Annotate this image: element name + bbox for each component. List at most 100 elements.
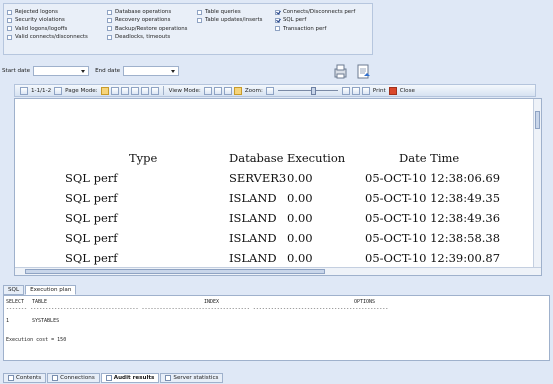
refresh-report-icon[interactable] xyxy=(333,63,348,80)
document-tabs: Contents Connections Audit results Serve… xyxy=(3,372,224,383)
start-date-label: Start date xyxy=(2,68,31,74)
filter-column-perf: Connects/Disconnects perf SQL perf Trans… xyxy=(275,8,355,33)
checkbox-checked[interactable] xyxy=(275,9,280,15)
cell-database: ISLAND xyxy=(229,211,277,225)
filter-label: Deadlocks, timeouts xyxy=(115,34,171,41)
filter-rejected-logons[interactable]: Rejected logons xyxy=(7,8,88,16)
checkbox[interactable] xyxy=(7,9,12,15)
checkbox[interactable] xyxy=(107,17,112,23)
checkbox[interactable] xyxy=(107,9,112,15)
filter-valid-connects[interactable]: Valid connects/disconnects xyxy=(7,33,88,41)
filter-recovery-operations[interactable]: Recovery operations xyxy=(107,16,187,24)
cell-database: SERVER3 xyxy=(229,171,287,185)
cell-datetime: 05-OCT-10 12:38:06.69 xyxy=(365,171,501,185)
cell-type: SQL perf xyxy=(65,171,118,185)
zoom-in-icon[interactable] xyxy=(341,86,350,95)
cell-type: SQL perf xyxy=(65,191,118,205)
close-button[interactable]: Close xyxy=(400,88,415,94)
column-header-datetime: Date Time xyxy=(399,151,460,165)
report-toolbar: 1-1/1-2 Page Mode: View Mode: Zoom: Prin… xyxy=(14,84,536,97)
plan-cost: Execution cost = 150 xyxy=(6,337,67,343)
cell-execution: 0.00 xyxy=(287,231,313,245)
filter-label: SQL perf xyxy=(283,17,307,24)
checkbox[interactable] xyxy=(197,9,202,15)
filter-transaction-perf[interactable]: Transaction perf xyxy=(275,25,355,33)
filter-label: Backup/Restore operations xyxy=(115,25,188,32)
checkbox[interactable] xyxy=(7,26,12,32)
page-setup-icon[interactable] xyxy=(351,86,360,95)
filter-connects-perf[interactable]: Connects/Disconnects perf xyxy=(275,8,355,16)
fit-width-icon[interactable] xyxy=(203,86,212,95)
filter-column-logons: Rejected logons Security violations Vali… xyxy=(7,8,88,41)
chevron-down-icon[interactable] xyxy=(171,70,176,73)
horizontal-scrollbar[interactable] xyxy=(15,267,541,275)
cell-type: SQL perf xyxy=(65,231,118,245)
filter-label: Valid logons/logoffs xyxy=(15,25,68,32)
checkbox[interactable] xyxy=(7,34,12,40)
cell-datetime: 05-OCT-10 12:39:00.87 xyxy=(365,251,501,265)
print-button[interactable]: Print xyxy=(373,88,386,94)
scroll-thumb[interactable] xyxy=(535,111,540,129)
first-page-icon[interactable] xyxy=(20,86,28,95)
chevron-down-icon[interactable] xyxy=(81,70,86,73)
tab-connections[interactable]: Connections xyxy=(47,372,100,383)
cell-type: SQL perf xyxy=(65,251,118,265)
checkbox[interactable] xyxy=(275,26,280,32)
filter-label: Transaction perf xyxy=(283,25,327,32)
audit-icon xyxy=(105,374,112,381)
zoom-label: Zoom: xyxy=(244,87,263,94)
eight-pages-icon[interactable] xyxy=(140,86,149,95)
plan-col-index: INDEX xyxy=(204,299,220,305)
tab-contents[interactable]: Contents xyxy=(3,372,47,383)
checkbox[interactable] xyxy=(197,17,202,23)
report-viewer[interactable]: Type Database Execution Date Time SQL pe… xyxy=(14,98,542,276)
checkbox[interactable] xyxy=(7,17,12,23)
cell-execution: 0.00 xyxy=(287,171,313,185)
filter-security-violations[interactable]: Security violations xyxy=(7,16,88,24)
filter-label: Rejected logons xyxy=(15,9,58,16)
tab-sql[interactable]: SQL xyxy=(3,285,25,295)
filter-panel: Rejected logons Security violations Vali… xyxy=(0,0,553,58)
tab-label: Contents xyxy=(16,374,42,381)
four-pages-icon[interactable] xyxy=(120,86,129,95)
cell-execution: 0.00 xyxy=(287,211,313,225)
filter-label: Recovery operations xyxy=(115,17,171,24)
close-icon[interactable] xyxy=(388,86,397,95)
end-date-picker[interactable] xyxy=(123,66,180,76)
vertical-scrollbar[interactable] xyxy=(533,99,541,269)
tab-label: Connections xyxy=(60,374,95,381)
print-icon[interactable] xyxy=(361,86,370,95)
filter-label: Connects/Disconnects perf xyxy=(283,9,356,16)
filter-valid-logons[interactable]: Valid logons/logoffs xyxy=(7,25,88,33)
checkbox-checked[interactable] xyxy=(275,17,280,23)
tab-audit-results[interactable]: Audit results xyxy=(100,372,160,383)
fit-page-icon[interactable] xyxy=(213,86,222,95)
filter-database-operations[interactable]: Database operations xyxy=(107,8,187,16)
tab-server-statistics[interactable]: Server statistics xyxy=(160,372,224,383)
custom-view-icon[interactable] xyxy=(233,86,242,95)
single-page-icon[interactable] xyxy=(100,86,109,95)
save-report-icon[interactable] xyxy=(356,63,371,80)
twelve-pages-icon[interactable] xyxy=(150,86,159,95)
checkbox[interactable] xyxy=(107,26,112,32)
six-pages-icon[interactable] xyxy=(130,86,139,95)
next-page-icon[interactable] xyxy=(54,86,63,95)
tab-label: Server statistics xyxy=(173,374,219,381)
tab-execution-plan[interactable]: Execution plan xyxy=(25,285,77,295)
cell-database: ISLAND xyxy=(229,231,277,245)
filter-deadlocks[interactable]: Deadlocks, timeouts xyxy=(107,33,187,41)
filter-sql-perf[interactable]: SQL perf xyxy=(275,16,355,24)
checkbox[interactable] xyxy=(107,34,112,40)
two-pages-icon[interactable] xyxy=(110,86,119,95)
end-date-label: End date xyxy=(95,68,121,74)
zoom-out-icon[interactable] xyxy=(265,86,274,95)
actual-size-icon[interactable] xyxy=(223,86,232,95)
filter-table-updates[interactable]: Table updates/inserts xyxy=(197,16,262,24)
filter-backup-restore[interactable]: Backup/Restore operations xyxy=(107,25,187,33)
scroll-thumb[interactable] xyxy=(25,269,325,274)
start-date-picker[interactable] xyxy=(33,66,90,76)
execution-plan-output: SELECT TABLE INDEX OPTIONS ------- -----… xyxy=(3,295,550,361)
column-header-type: Type xyxy=(129,151,158,165)
zoom-slider[interactable] xyxy=(277,87,338,95)
filter-table-queries[interactable]: Table queries xyxy=(197,8,262,16)
